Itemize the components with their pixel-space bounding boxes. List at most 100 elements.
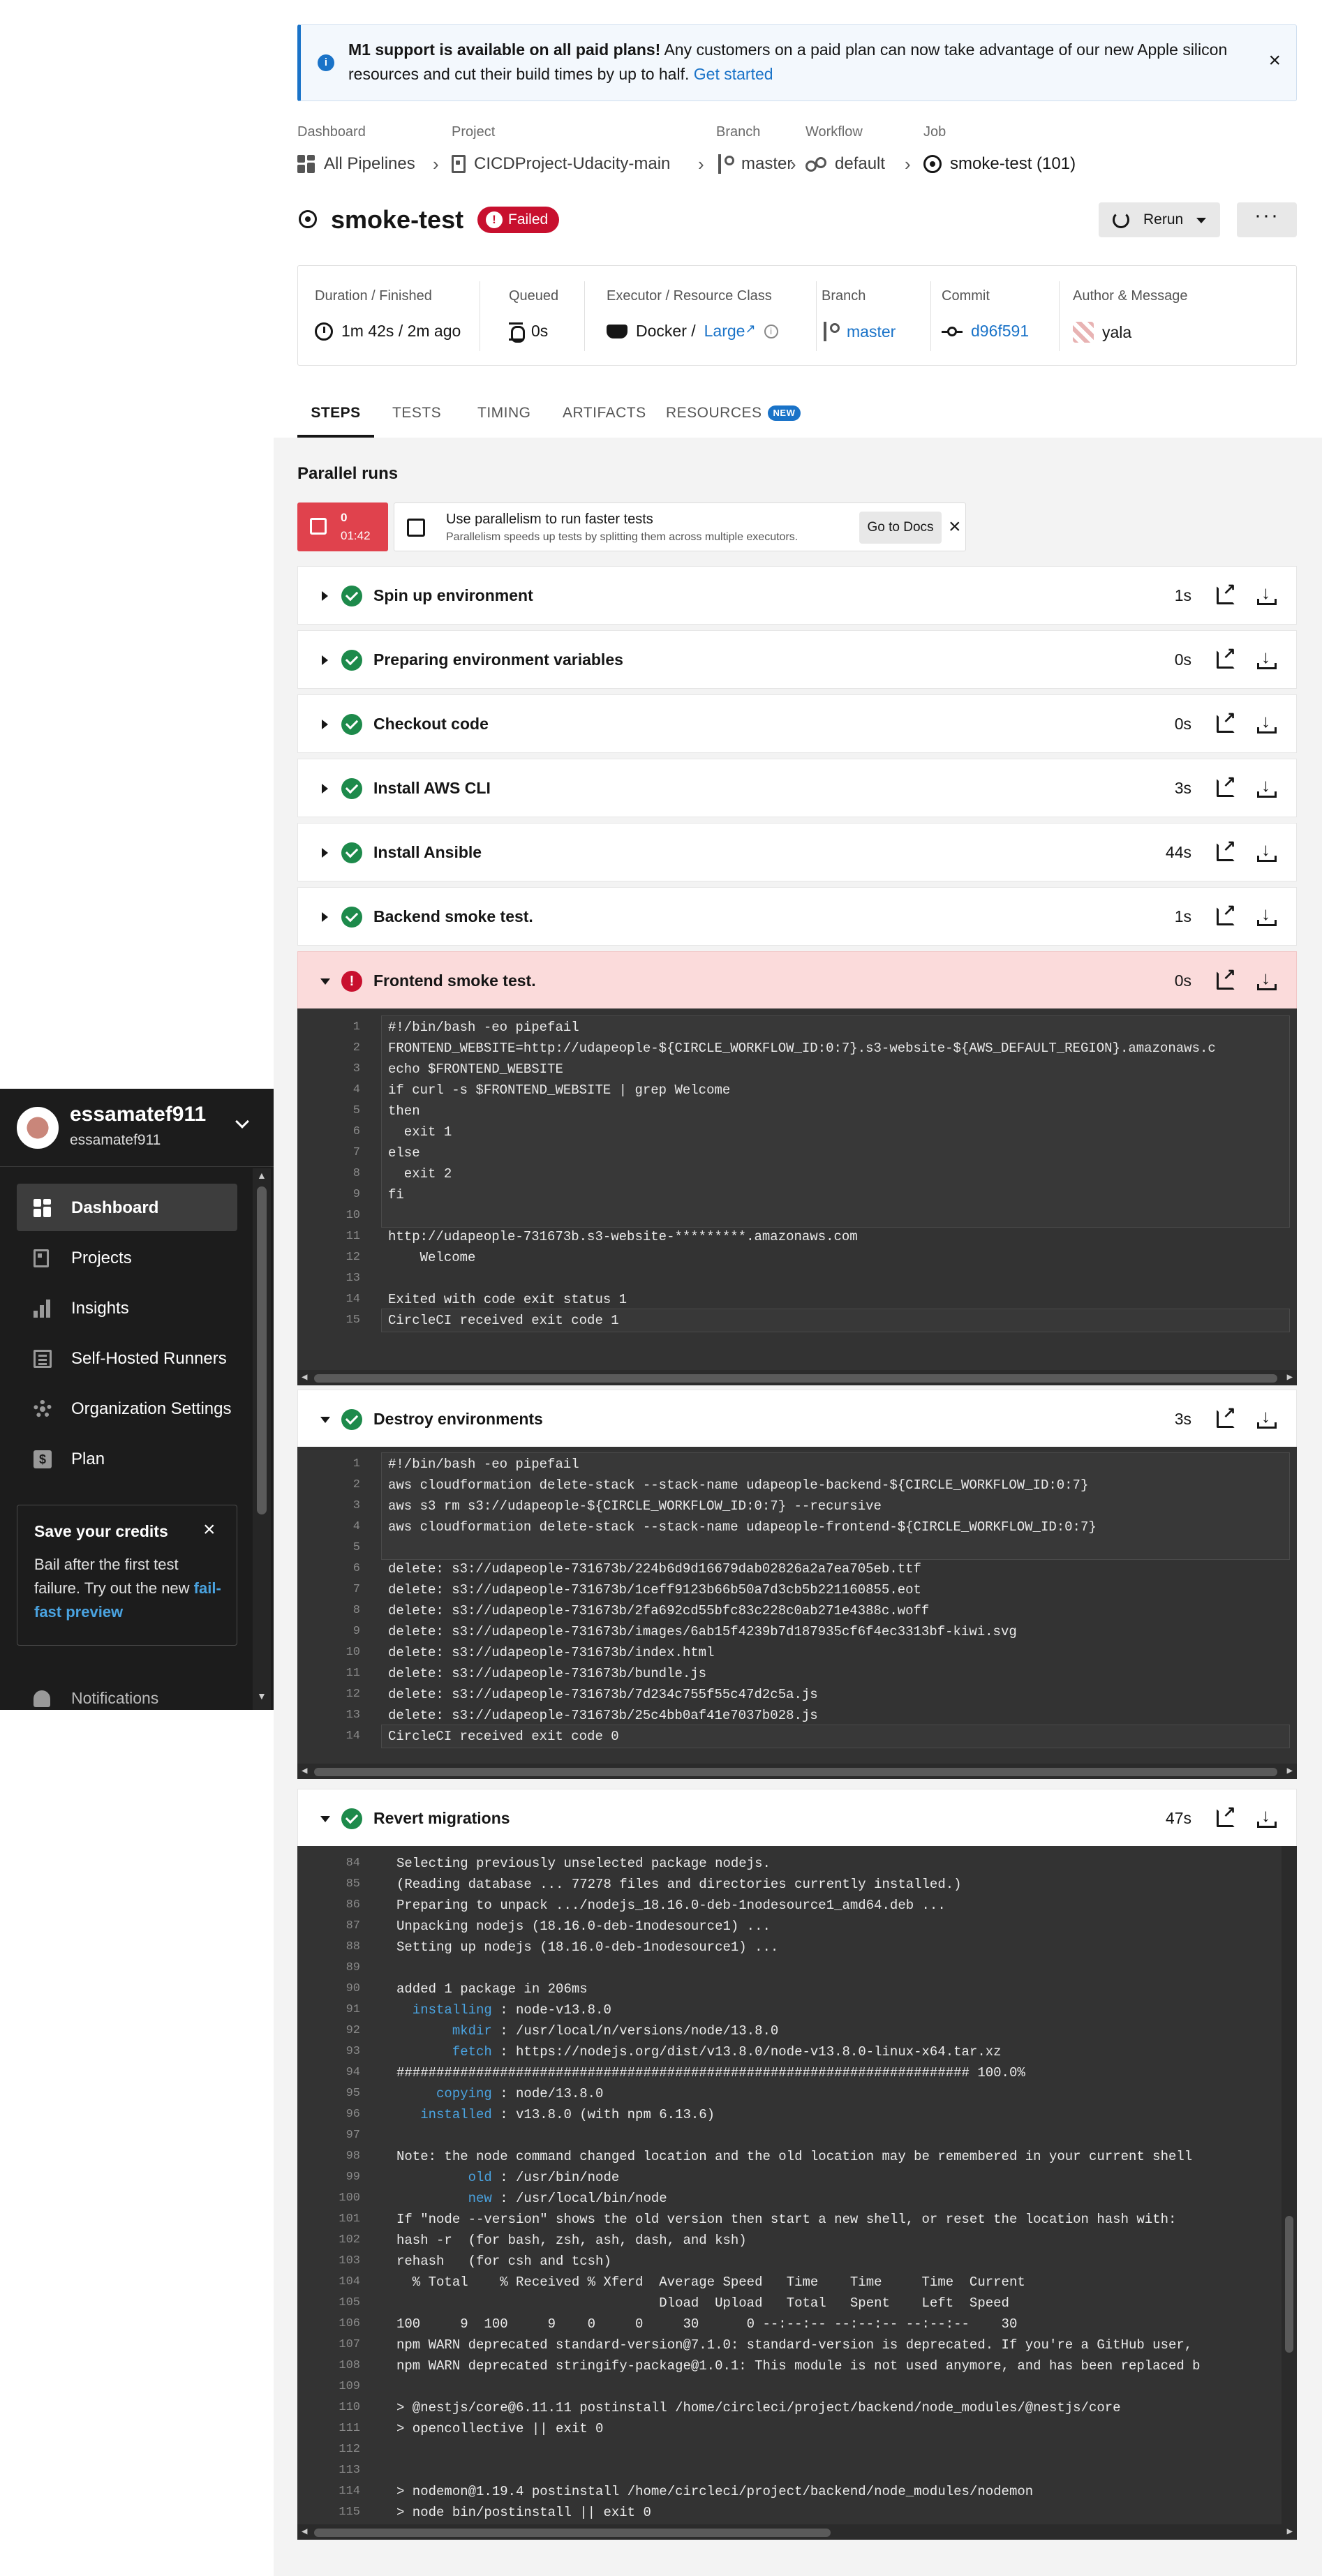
horizontal-scrollbar[interactable]: ◀ ▶ (297, 1370, 1297, 1385)
scroll-right-icon[interactable]: ▶ (1287, 1370, 1293, 1385)
download-icon[interactable] (1257, 582, 1277, 606)
scroll-right-icon[interactable]: ▶ (1287, 2524, 1293, 2540)
resource-class-link[interactable]: Large↗ (704, 322, 756, 341)
info-icon[interactable]: i (764, 324, 778, 338)
log-line: 85 (Reading database ... 77278 files and … (297, 1874, 1297, 1895)
open-in-new-tab-icon[interactable] (1217, 1803, 1235, 1827)
line-number: 3 (352, 1499, 360, 1512)
download-icon[interactable] (1257, 710, 1277, 734)
open-in-new-tab-icon[interactable] (1217, 1404, 1235, 1428)
caret-right-icon[interactable] (322, 591, 328, 601)
parallel-run-0[interactable]: 0 01:42 (297, 502, 388, 551)
breadcrumb-workflow[interactable]: default (805, 152, 885, 176)
download-icon[interactable] (1257, 775, 1277, 798)
tab-tests[interactable]: TESTS (392, 401, 441, 438)
caret-down-icon[interactable] (320, 1417, 330, 1423)
scrollbar-thumb[interactable] (314, 1374, 1277, 1383)
scrollbar-thumb[interactable] (1285, 2216, 1293, 2353)
log-text: if curl -s $FRONTEND_WEBSITE | grep Welc… (388, 1082, 731, 1098)
promo-close-icon[interactable]: × (949, 513, 961, 541)
log-text: % Total % Received % Xferd Average Speed… (396, 2275, 1025, 2290)
step-row-destroy-environments[interactable]: Destroy environments 3s (297, 1390, 1297, 1448)
caret-right-icon[interactable] (322, 784, 328, 794)
open-in-new-tab-icon[interactable] (1217, 773, 1235, 797)
step-row-preparing-environment-variables[interactable]: Preparing environment variables 0s (297, 630, 1297, 689)
step-row-frontend-smoke-test[interactable]: Frontend smoke test. 0s (297, 951, 1297, 1010)
get-started-link[interactable]: Get started (694, 65, 773, 83)
horizontal-scrollbar[interactable]: ◀ ▶ (297, 2524, 1297, 2540)
step-duration: 44s (1165, 843, 1191, 861)
open-in-new-tab-icon[interactable] (1217, 708, 1235, 733)
open-in-new-tab-icon[interactable] (1217, 580, 1235, 604)
scroll-left-icon[interactable]: ◀ (302, 2524, 307, 2540)
sidebar-item-plan[interactable]: $ Plan (17, 1435, 237, 1482)
download-icon[interactable] (1257, 903, 1277, 927)
scroll-right-icon[interactable]: ▶ (1287, 1764, 1293, 1779)
step-name: Preparing environment variables (373, 650, 623, 669)
scrollbar-thumb[interactable] (257, 1186, 267, 1514)
line-number: 92 (346, 2024, 360, 2037)
credits-close-icon[interactable]: × (203, 1518, 216, 1542)
step-row-install-aws-cli[interactable]: Install AWS CLI 3s (297, 759, 1297, 817)
download-icon[interactable] (1257, 839, 1277, 863)
rerun-button[interactable]: Rerun (1099, 202, 1220, 237)
line-number: 112 (339, 2443, 360, 2456)
sidebar-item-self-hosted-runners[interactable]: Self-Hosted Runners (17, 1334, 237, 1382)
sidebar-item-organization-settings[interactable]: Organization Settings (17, 1385, 237, 1432)
scroll-down-icon[interactable]: ▼ (257, 1690, 267, 1702)
caret-down-icon[interactable] (320, 1816, 330, 1822)
step-row-checkout-code[interactable]: Checkout code 0s (297, 694, 1297, 753)
scrollbar-thumb[interactable] (314, 1768, 1277, 1776)
dashboard-icon (34, 1199, 52, 1217)
log-text: exit 1 (388, 1124, 452, 1140)
sidebar-item-notifications[interactable]: Notifications (71, 1689, 158, 1708)
log-text: If "node --version" shows the old versio… (396, 2212, 1177, 2227)
caret-right-icon[interactable] (322, 655, 328, 665)
scroll-left-icon[interactable]: ◀ (302, 1764, 307, 1779)
download-icon[interactable] (1257, 967, 1277, 991)
tab-artifacts[interactable]: ARTIFACTS (563, 401, 646, 438)
download-icon[interactable] (1257, 646, 1277, 670)
org-switcher[interactable]: essamatef911 essamatef911 (0, 1089, 274, 1167)
breadcrumb-all-pipelines[interactable]: All Pipelines (297, 152, 415, 176)
banner-close-icon[interactable]: × (1268, 50, 1281, 71)
line-number: 95 (346, 2087, 360, 2100)
breadcrumb-branch[interactable]: master (716, 152, 792, 176)
download-icon[interactable] (1257, 1406, 1277, 1429)
step-row-backend-smoke-test[interactable]: Backend smoke test. 1s (297, 887, 1297, 946)
download-icon[interactable] (1257, 1805, 1277, 1829)
meta-branch-link[interactable]: master (847, 322, 896, 341)
sidebar-scrollbar[interactable]: ▲ ▼ (253, 1168, 271, 1710)
more-actions-button[interactable]: ··· (1237, 202, 1297, 237)
caret-right-icon[interactable] (322, 720, 328, 729)
vertical-scrollbar[interactable] (1282, 1846, 1297, 2524)
tab-resources[interactable]: RESOURCES NEW (666, 401, 801, 438)
caret-right-icon[interactable] (322, 912, 328, 922)
tab-steps[interactable]: STEPS (297, 401, 374, 438)
open-in-new-tab-icon[interactable] (1217, 965, 1235, 990)
open-in-new-tab-icon[interactable] (1217, 644, 1235, 669)
log-text: CircleCI received exit code 1 (388, 1313, 619, 1328)
scrollbar-thumb[interactable] (314, 2529, 831, 2537)
step-row-spin-up-environment[interactable]: Spin up environment 1s (297, 566, 1297, 625)
sidebar-item-insights[interactable]: Insights (17, 1284, 237, 1332)
revert-migrations-log: 84 Selecting previously unselected packag… (297, 1846, 1297, 2540)
log-line: 6 delete: s3://udapeople-731673b/224b6d9d… (297, 1558, 1297, 1579)
caret-down-icon[interactable] (320, 978, 330, 985)
sidebar-item-projects[interactable]: Projects (17, 1234, 237, 1281)
step-row-install-ansible[interactable]: Install Ansible 44s (297, 823, 1297, 881)
horizontal-scrollbar[interactable]: ◀ ▶ (297, 1764, 1297, 1779)
scroll-left-icon[interactable]: ◀ (302, 1370, 307, 1385)
caret-right-icon[interactable] (322, 848, 328, 858)
go-to-docs-button[interactable]: Go to Docs (859, 512, 942, 544)
tab-timing[interactable]: TIMING (477, 401, 531, 438)
project-icon (452, 155, 466, 173)
open-in-new-tab-icon[interactable] (1217, 837, 1235, 861)
meta-commit-link[interactable]: d96f591 (971, 322, 1029, 341)
scroll-up-icon[interactable]: ▲ (257, 1170, 267, 1181)
step-row-revert-migrations[interactable]: Revert migrations 47s (297, 1789, 1297, 1847)
runners-icon (34, 1350, 52, 1368)
open-in-new-tab-icon[interactable] (1217, 901, 1235, 925)
sidebar-item-dashboard[interactable]: Dashboard (17, 1184, 237, 1231)
breadcrumb-project[interactable]: CICDProject-Udacity-main (452, 152, 670, 176)
